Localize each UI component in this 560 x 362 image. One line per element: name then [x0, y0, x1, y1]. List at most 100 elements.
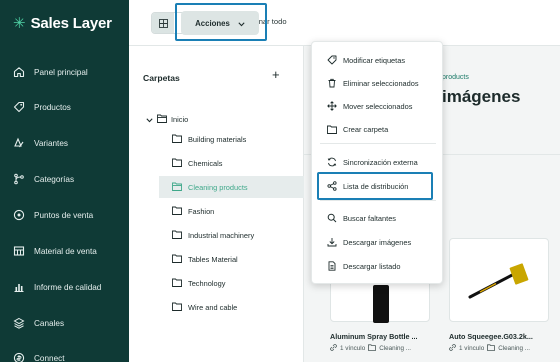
folder-item-label: Building materials	[188, 134, 247, 144]
menu-separator	[320, 200, 436, 201]
folder-icon	[172, 278, 182, 288]
sidebar-item-productos[interactable]: Productos	[0, 93, 129, 121]
folder-item-technology[interactable]: Technology	[159, 272, 304, 294]
sidebar-item-variantes[interactable]: Variantes	[0, 129, 129, 157]
menu-item-sincronizacion-externa[interactable]: Sincronización externa	[312, 153, 444, 171]
folder-item-label: Tables Material	[188, 254, 238, 264]
sidebar-item-label: Connect	[34, 353, 65, 362]
sidebar-item-panel-principal[interactable]: Panel principal	[0, 58, 129, 86]
acciones-button[interactable]: Acciones	[181, 11, 259, 35]
folder-item-wire-and-cable[interactable]: Wire and cable	[159, 296, 304, 318]
menu-item-label: Descargar listado	[343, 261, 401, 271]
folder-icon	[172, 134, 182, 144]
lista-distribucion-highlight-outline	[317, 172, 433, 200]
menu-item-descargar-imagenes[interactable]: Descargar imágenes	[312, 233, 444, 251]
menu-item-crear-carpeta[interactable]: Crear carpeta	[312, 120, 444, 138]
card-folder: Cleaning ...	[498, 345, 531, 352]
card-meta: 1 vínculo Cleaning ...	[330, 344, 411, 353]
move-icon	[327, 101, 337, 111]
folder-item-fashion[interactable]: Fashion	[159, 200, 304, 222]
card-title[interactable]: Auto Squeegee.G03.2k...	[449, 332, 533, 341]
card-title[interactable]: Aluminum Spray Bottle ...	[330, 332, 417, 341]
folder-icon	[368, 344, 377, 353]
acciones-label: Acciones	[195, 18, 230, 28]
sales-material-icon	[12, 244, 26, 258]
folders-panel: Carpetas + Inicio Building materials Che…	[129, 46, 304, 362]
location-pin-icon	[12, 208, 26, 222]
sidebar-item-categorias[interactable]: Categorías	[0, 165, 129, 193]
menu-item-label: Mover seleccionados	[343, 101, 413, 111]
categories-icon	[12, 172, 26, 186]
folder-icon	[172, 254, 182, 264]
home-icon	[12, 65, 26, 79]
document-icon	[327, 261, 337, 271]
menu-item-label: Sincronización externa	[343, 157, 418, 167]
sidebar-item-connect[interactable]: Connect	[0, 344, 129, 362]
folder-item-building-materials[interactable]: Building materials	[159, 128, 304, 150]
app-logo[interactable]: ✳ Sales Layer	[13, 12, 112, 34]
link-icon	[330, 344, 337, 353]
folders-title: Carpetas	[143, 73, 180, 83]
chevron-down-icon	[238, 14, 245, 32]
sidebar-item-material-de-venta[interactable]: Material de venta	[0, 237, 129, 265]
folder-icon	[172, 158, 182, 168]
variants-icon	[12, 136, 26, 150]
menu-item-label: Eliminar seleccionados	[343, 78, 419, 88]
folder-icon	[172, 302, 182, 312]
squeegee-image	[468, 263, 529, 299]
card-image-auto-squeegee[interactable]	[449, 238, 549, 322]
folder-item-chemicals[interactable]: Chemicals	[159, 152, 304, 174]
tag-icon	[12, 100, 26, 114]
folder-item-label: Industrial machinery	[188, 230, 255, 240]
card-folder: Cleaning ...	[379, 345, 412, 352]
sidebar-item-label: Productos	[34, 102, 71, 112]
sidebar-item-label: Material de venta	[34, 246, 97, 256]
folder-open-icon	[172, 182, 182, 192]
menu-item-eliminar-seleccionados[interactable]: Eliminar seleccionados	[312, 74, 444, 92]
menu-item-mover-seleccionados[interactable]: Mover seleccionados	[312, 97, 444, 115]
card-links: 1 vínculo	[459, 345, 485, 352]
sidebar-item-label: Panel principal	[34, 67, 88, 77]
folder-item-cleaning-products[interactable]: Cleaning products	[159, 176, 304, 198]
folder-root-inicio[interactable]: Inicio	[146, 110, 188, 128]
sidebar-item-canales[interactable]: Canales	[0, 309, 129, 337]
breadcrumb[interactable]: products	[442, 74, 469, 81]
folder-item-label: Chemicals	[188, 158, 223, 168]
menu-item-modificar-etiquetas[interactable]: Modificar etiquetas	[312, 51, 444, 69]
sidebar: ✳ Sales Layer Panel principal Productos …	[0, 0, 129, 362]
acciones-dropdown-menu: Modificar etiquetas Eliminar seleccionad…	[311, 41, 443, 284]
sidebar-item-label: Variantes	[34, 138, 68, 148]
sidebar-item-label: Puntos de venta	[34, 210, 94, 220]
sidebar-item-puntos-de-venta[interactable]: Puntos de venta	[0, 201, 129, 229]
sidebar-item-label: Canales	[34, 318, 65, 328]
tag-icon	[327, 55, 337, 65]
folder-item-tables-material[interactable]: Tables Material	[159, 248, 304, 270]
logo-asterisk-icon: ✳	[13, 14, 26, 32]
page-title: imágenes	[442, 87, 521, 106]
folder-open-icon	[157, 110, 167, 128]
connect-icon	[12, 351, 26, 362]
download-icon	[327, 237, 337, 247]
menu-item-label: Buscar faltantes	[343, 213, 396, 223]
grid-view-icon[interactable]	[152, 13, 174, 33]
menu-separator	[320, 143, 436, 144]
add-folder-button[interactable]: +	[272, 67, 280, 82]
card-links: 1 vínculo	[340, 345, 366, 352]
menu-item-label: Descargar imágenes	[343, 237, 412, 247]
folder-icon	[327, 124, 337, 134]
chevron-down-icon[interactable]	[146, 110, 153, 128]
app-name: Sales Layer	[30, 14, 112, 32]
folder-item-label: Cleaning products	[188, 182, 248, 192]
trash-icon	[327, 78, 337, 88]
menu-item-buscar-faltantes[interactable]: Buscar faltantes	[312, 209, 444, 227]
menu-item-descargar-listado[interactable]: Descargar listado	[312, 257, 444, 275]
folder-item-label: Technology	[188, 278, 226, 288]
folder-item-industrial-machinery[interactable]: Industrial machinery	[159, 224, 304, 246]
layers-icon	[12, 316, 26, 330]
folder-item-label: Fashion	[188, 206, 215, 216]
menu-item-label: Modificar etiquetas	[343, 55, 406, 65]
folder-item-label: Wire and cable	[188, 302, 238, 312]
sidebar-item-label: Informe de calidad	[34, 282, 102, 292]
sidebar-item-informe-de-calidad[interactable]: Informe de calidad	[0, 273, 129, 301]
folder-icon	[172, 206, 182, 216]
